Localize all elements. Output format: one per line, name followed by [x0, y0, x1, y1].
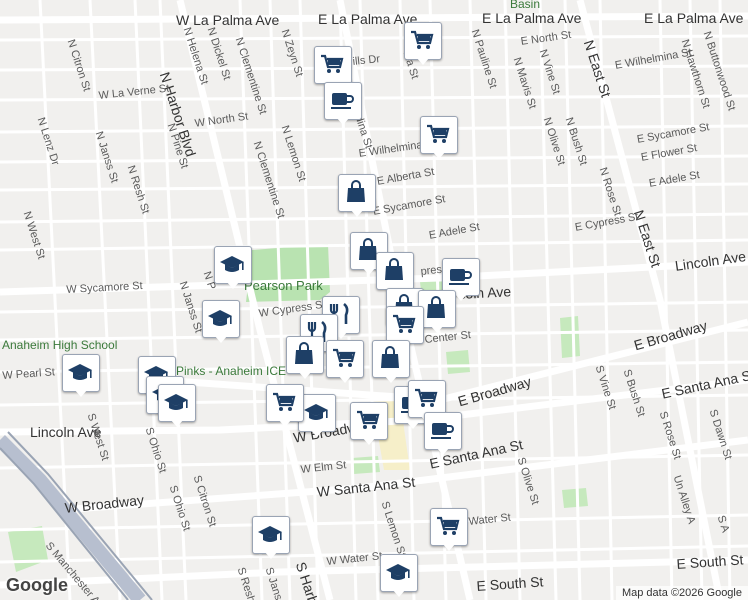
cart-icon: [273, 392, 296, 411]
cart-pin[interactable]: [404, 22, 442, 66]
map-canvas[interactable]: W La Palma Ave E La Palma Ave E La Palma…: [0, 0, 748, 600]
bag-pin[interactable]: [372, 340, 410, 384]
grad-icon: [220, 256, 244, 272]
poi-label: Pinks - Anaheim ICE: [176, 364, 287, 378]
cart-pin[interactable]: [430, 508, 468, 552]
bag-icon: [347, 180, 365, 202]
grad-pin[interactable]: [158, 384, 196, 428]
coffee-pin[interactable]: [324, 82, 362, 126]
cart-pin[interactable]: [266, 384, 304, 428]
bag-icon: [381, 346, 399, 368]
grad-icon: [164, 394, 188, 410]
park-area: [446, 350, 470, 374]
grad-icon: [208, 310, 232, 326]
grad-pin[interactable]: [62, 354, 100, 398]
park-label: Pearson Park: [244, 278, 323, 293]
cart-pin[interactable]: [326, 340, 364, 384]
grad-icon: [304, 404, 328, 420]
street-label: E La Palma Ave: [482, 10, 582, 26]
street-label: E La Palma Ave: [644, 10, 744, 26]
bag-pin[interactable]: [338, 174, 376, 218]
cart-pin[interactable]: [420, 116, 458, 160]
bag-icon: [295, 342, 313, 364]
cart-icon: [427, 124, 450, 143]
coffee-icon: [331, 93, 354, 109]
cart-icon: [333, 348, 356, 367]
street-label: E La Palma Ave: [318, 11, 418, 27]
grad-pin[interactable]: [202, 300, 240, 344]
grad-pin[interactable]: [380, 554, 418, 598]
coffee-pin[interactable]: [424, 412, 462, 456]
grad-pin[interactable]: [252, 516, 290, 560]
grad-pin[interactable]: [214, 246, 252, 290]
cart-icon: [411, 30, 434, 49]
bag-icon: [385, 258, 403, 280]
coffee-icon: [449, 269, 472, 285]
bag-icon: [427, 296, 445, 318]
cart-icon: [437, 516, 460, 535]
park-area: [352, 456, 380, 474]
grad-icon: [68, 364, 92, 380]
park-area: [8, 526, 48, 572]
google-logo: Google: [6, 575, 68, 595]
cart-icon: [393, 314, 416, 333]
coffee-icon: [431, 423, 454, 439]
cart-icon: [415, 388, 438, 407]
park-area: [560, 316, 580, 358]
park-area: [562, 488, 588, 508]
poi-label: Anaheim High School: [2, 338, 118, 352]
pearson-park-area: [246, 244, 330, 302]
poi-label: Basin: [510, 0, 541, 11]
cart-icon: [321, 54, 344, 73]
bag-pin[interactable]: [286, 336, 324, 380]
cart-pin[interactable]: [350, 402, 388, 446]
grad-icon: [258, 526, 282, 542]
grad-icon: [386, 564, 410, 580]
cart-icon: [357, 410, 380, 429]
map-attribution: Map data ©2026 Google: [615, 586, 748, 600]
